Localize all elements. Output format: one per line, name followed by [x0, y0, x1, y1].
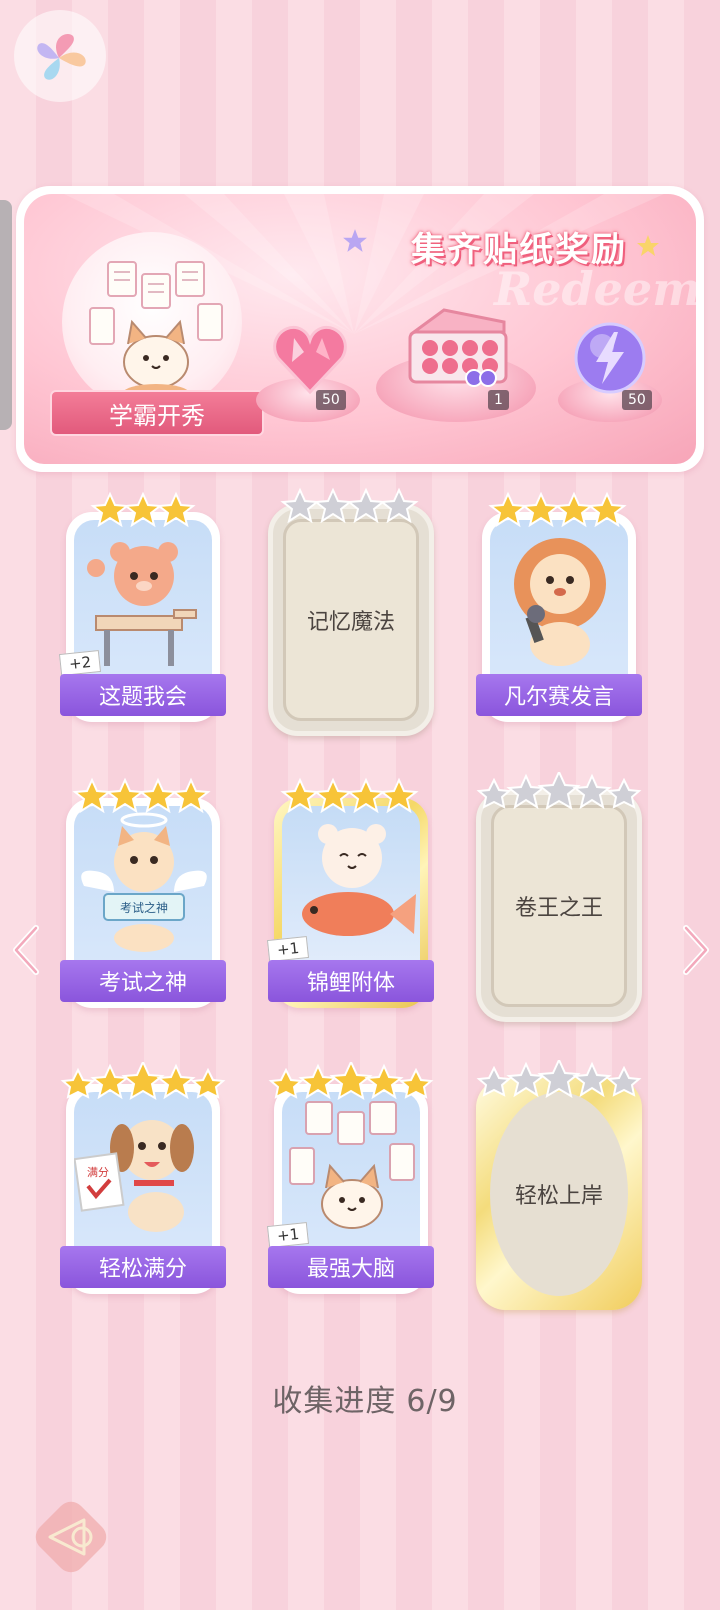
sign-text: 考试之神	[120, 900, 168, 915]
sticker-label: 轻松满分	[60, 1246, 226, 1288]
lightning-orb-icon[interactable]	[572, 320, 648, 396]
sticker-card-collected[interactable]: 满分 轻松满分	[60, 1062, 226, 1294]
sticker-label: 卷王之王	[491, 805, 627, 1007]
star-rating-gold-icon	[72, 777, 211, 814]
reward-banner: Redeem 集齐贴纸奖励 学霸开秀 50 1 50	[16, 186, 704, 472]
chevron-left-icon[interactable]	[6, 920, 46, 980]
bear-at-desk-icon	[87, 542, 197, 666]
angel-cat-icon: 考试之神	[81, 812, 207, 952]
collection-progress: 收集进度 6/9	[0, 1376, 720, 1420]
main-sticker[interactable]	[62, 232, 242, 412]
sticker-label: 记忆魔法	[283, 519, 419, 721]
heart-gem-icon[interactable]	[272, 322, 348, 396]
sticker-label: 轻松上岸	[490, 1092, 628, 1296]
sticker-card-locked[interactable]: 记忆魔法	[268, 486, 434, 736]
banner-title: 集齐贴纸奖励	[411, 230, 627, 269]
puppy-full-score-icon: 满分	[74, 1120, 194, 1232]
progress-label: 收集进度	[272, 1384, 397, 1419]
back-button[interactable]	[30, 1496, 112, 1578]
star-rating-silver-icon	[476, 772, 642, 811]
gift-box-icon[interactable]	[404, 306, 512, 390]
sticker-label: 凡尔赛发言	[476, 674, 642, 716]
bonus-tag: +1	[266, 1221, 310, 1249]
main-sticker-label: 学霸开秀	[50, 390, 264, 436]
star-rating-gold-icon	[488, 491, 627, 528]
cat-papers-icon	[89, 261, 223, 404]
sticker-card-collected[interactable]: 考试之神 考试之神	[60, 776, 226, 1008]
pinwheel-icon	[37, 34, 86, 80]
progress-value: 6/9	[406, 1384, 458, 1419]
sticker-card-collected[interactable]: +2 这题我会	[58, 490, 226, 722]
sticker-card-collected[interactable]: 凡尔赛发言	[476, 490, 642, 722]
star-rating-silver-icon	[280, 487, 419, 524]
sign-text: 满分	[87, 1166, 109, 1179]
sticker-label: 这题我会	[60, 674, 226, 716]
sticker-card-locked-gold[interactable]: 轻松上岸	[476, 1060, 642, 1310]
reward-count: 1	[488, 390, 509, 410]
sticker-card-locked[interactable]: 卷王之王	[476, 772, 642, 1022]
sticker-label: 最强大脑	[268, 1246, 434, 1288]
chevron-right-icon[interactable]	[676, 920, 716, 980]
bonus-tag: +1	[266, 935, 310, 963]
reward-count: 50	[622, 390, 652, 410]
sticker-label: 锦鲤附体	[268, 960, 434, 1002]
star-rating-gold-icon	[60, 1062, 226, 1101]
reward-count: 50	[316, 390, 346, 410]
bear-koi-icon	[302, 824, 416, 936]
sticker-card-collected-gold[interactable]: +1 锦鲤附体	[266, 776, 434, 1008]
side-drawer-handle[interactable]	[0, 200, 12, 430]
star-rating-gold-icon	[90, 491, 196, 528]
lion-microphone-icon	[514, 538, 606, 666]
star-rating-gold-icon	[280, 777, 419, 814]
star-rating-gold-icon	[268, 1062, 434, 1101]
bonus-tag: +2	[58, 649, 102, 677]
sticker-label: 考试之神	[60, 960, 226, 1002]
cat-papers-icon	[289, 1101, 415, 1229]
app-logo[interactable]	[14, 10, 106, 102]
sticker-card-collected[interactable]: +1 最强大脑	[266, 1062, 434, 1294]
star-rating-silver-icon	[476, 1060, 642, 1099]
